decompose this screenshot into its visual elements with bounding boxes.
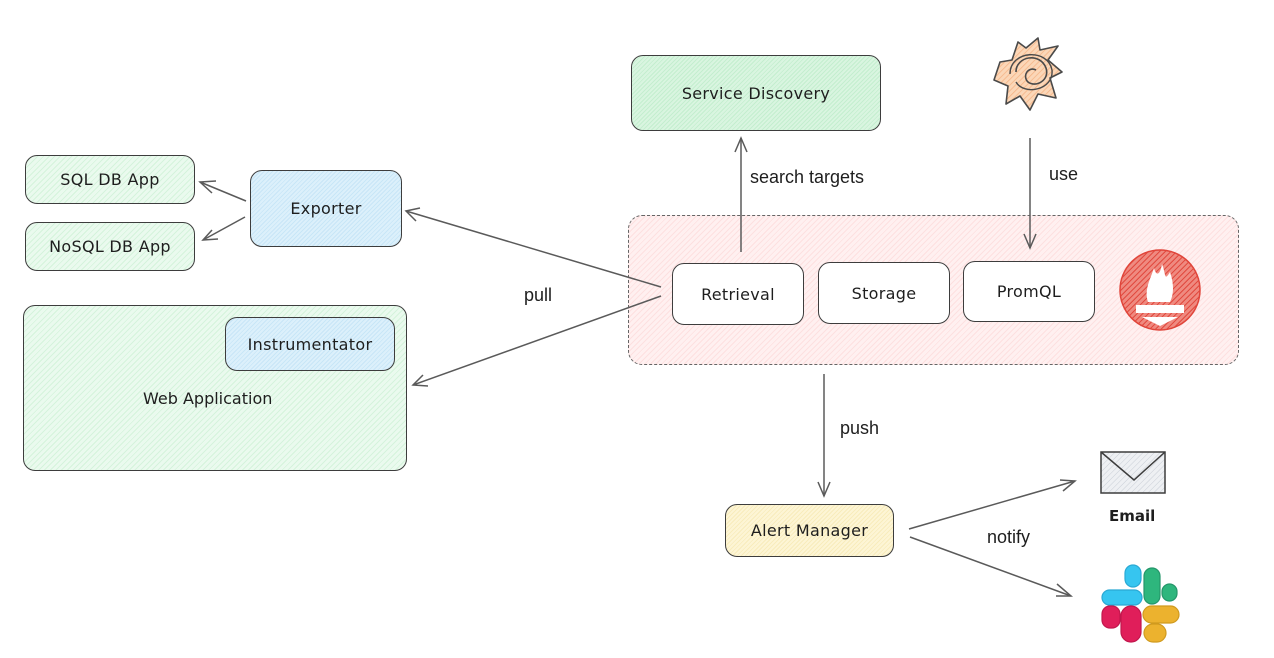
arrow-retrieval-to-exporter — [404, 207, 662, 288]
arrow-alert-to-email — [908, 479, 1077, 530]
arrow-exporter-to-nosql — [201, 216, 246, 241]
envelope-icon — [1100, 451, 1166, 494]
arrow-push-to-alert-manager — [817, 374, 831, 498]
slack-logo-icon — [1101, 564, 1180, 643]
diagram-overlay — [198, 37, 1201, 643]
arrow-retrieval-to-service-discovery — [734, 136, 748, 252]
grafana-logo-icon — [993, 37, 1063, 111]
arrow-grafana-to-promql — [1023, 138, 1037, 250]
arrow-retrieval-to-web-app — [411, 295, 662, 387]
arrow-exporter-to-sql — [198, 180, 247, 202]
arrow-alert-to-slack — [909, 536, 1074, 597]
prometheus-logo-icon — [1119, 249, 1201, 331]
